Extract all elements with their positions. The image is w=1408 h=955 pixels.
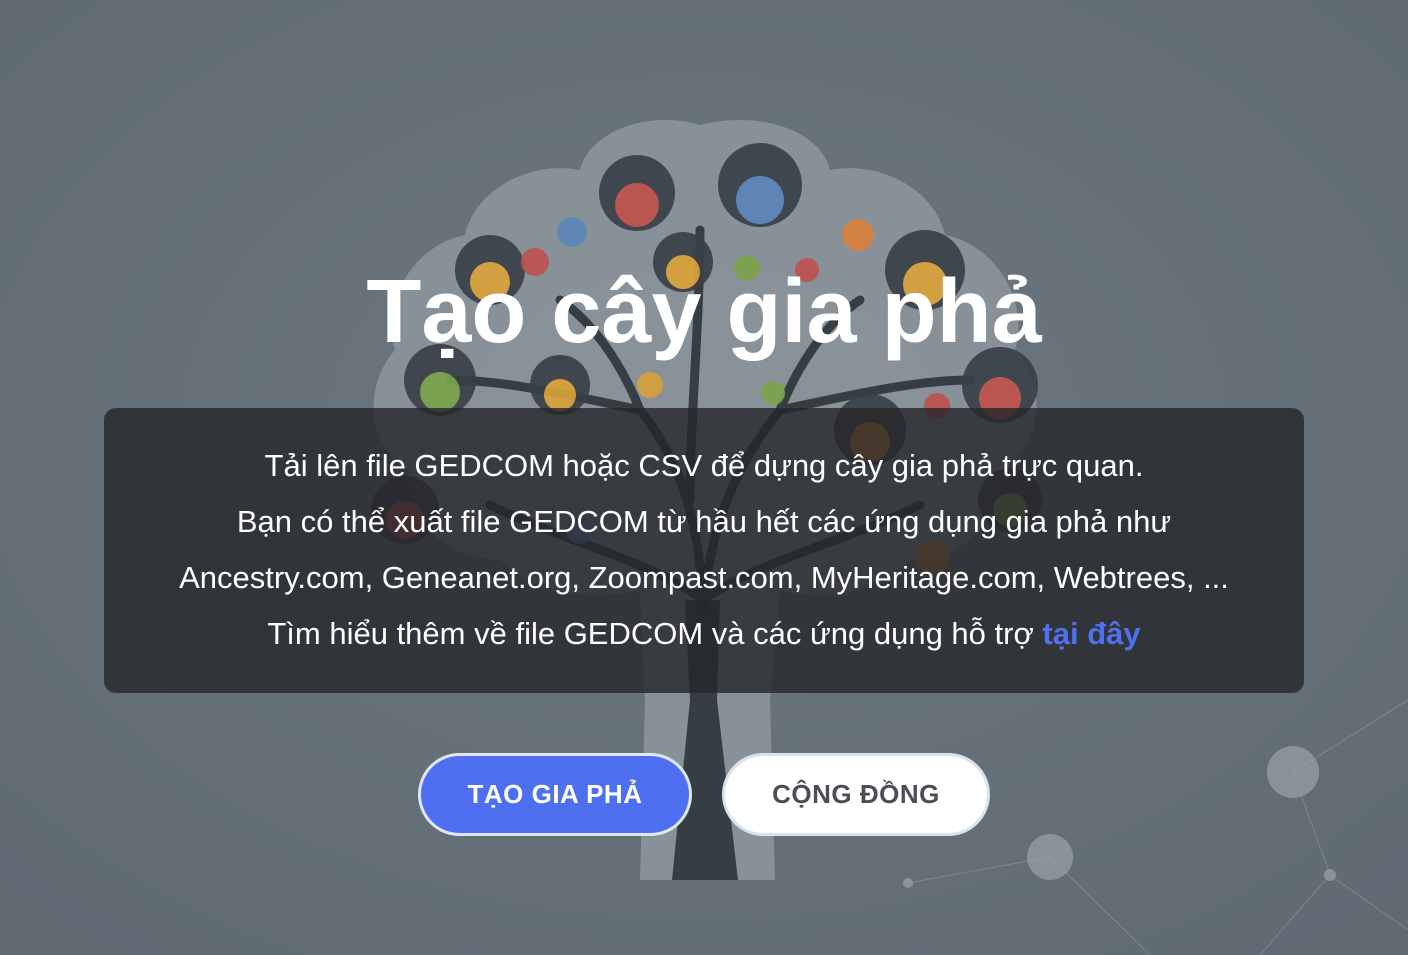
info-line-export: Bạn có thể xuất file GEDCOM từ hầu hết c…: [236, 504, 1172, 539]
learn-more-link[interactable]: tại đây: [1042, 616, 1140, 651]
info-line-apps: Ancestry.com, Geneanet.org, Zoompast.com…: [179, 560, 1229, 595]
community-button[interactable]: CỘNG ĐỒNG: [722, 753, 990, 836]
page-title: Tạo cây gia phả: [366, 262, 1042, 362]
info-line-upload: Tải lên file GEDCOM hoặc CSV để dựng cây…: [264, 448, 1144, 483]
info-panel: Tải lên file GEDCOM hoặc CSV để dựng cây…: [104, 408, 1304, 693]
info-line-learn-more: Tìm hiểu thêm về file GEDCOM và các ứng …: [104, 614, 1304, 670]
create-family-tree-button[interactable]: TẠO GIA PHẢ: [418, 753, 692, 836]
learn-more-text: Tìm hiểu thêm về file GEDCOM và các ứng …: [267, 616, 1043, 651]
